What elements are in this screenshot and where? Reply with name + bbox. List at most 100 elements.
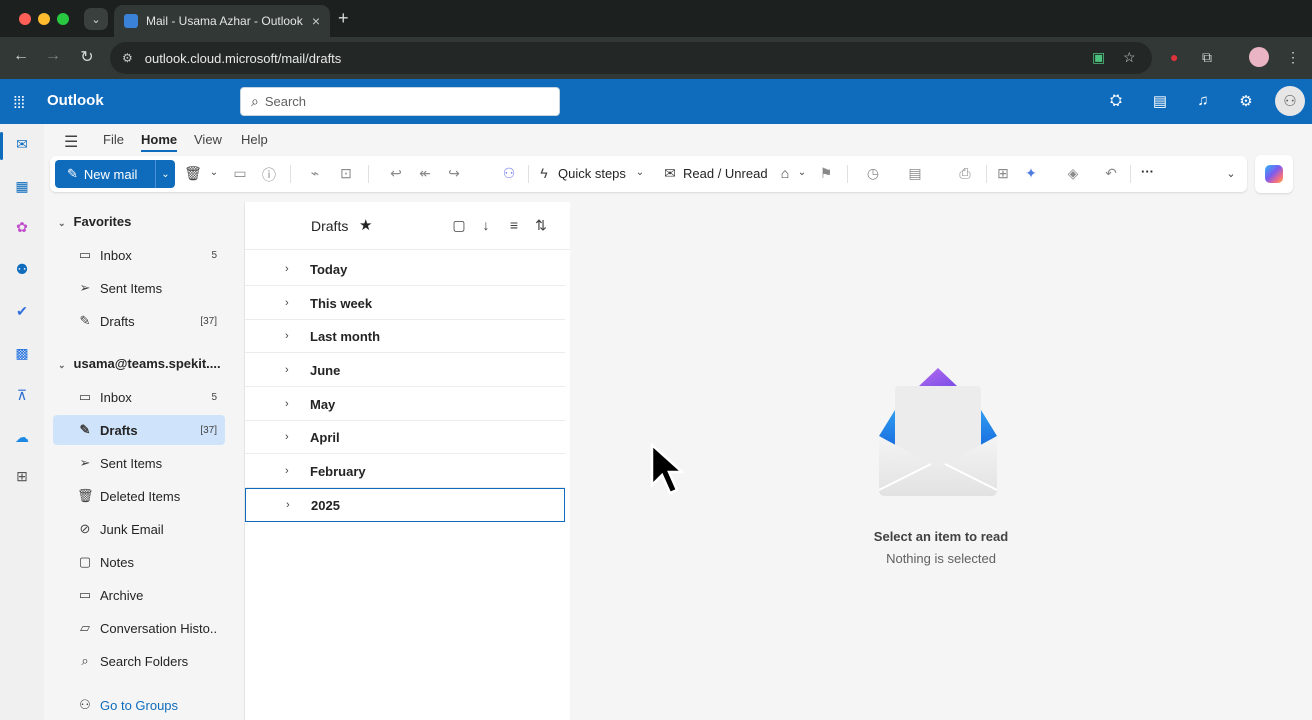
account-drafts[interactable]: ✎ Drafts [37]	[53, 415, 225, 445]
account-avatar[interactable]: ⚇	[1275, 86, 1305, 116]
close-window-button[interactable]	[19, 13, 31, 25]
forward-arrow-icon[interactable]: →	[42, 47, 64, 65]
browser-tab-outlook[interactable]: Mail - Usama Azhar - Outlook ×	[114, 5, 330, 37]
reload-icon[interactable]: ↻	[76, 47, 98, 67]
close-tab-icon[interactable]: ×	[312, 13, 320, 29]
new-mail-chevron-down-icon[interactable]: ⌄	[155, 160, 175, 188]
app-launcher-icon[interactable]: ⁞⁞⁞	[13, 93, 25, 113]
hamburger-menu-icon[interactable]: ☰	[64, 132, 78, 152]
read-unread-button[interactable]: Read / Unread	[683, 166, 768, 181]
notifications-bell-icon[interactable]: ♫	[1192, 92, 1214, 109]
account-conversation-history[interactable]: ▱ Conversation Histo...	[53, 613, 225, 643]
tag-icon[interactable]: ◈	[1064, 165, 1082, 182]
minimize-window-button[interactable]	[38, 13, 50, 25]
snooze-clock-icon[interactable]: ◷	[864, 165, 882, 182]
forward-icon[interactable]: ↪	[445, 165, 463, 182]
filter-icon[interactable]: ≡	[505, 217, 523, 233]
reply-all-icon[interactable]: ↞	[416, 165, 434, 182]
sweep-broom-icon[interactable]: ⌁	[306, 165, 324, 182]
share-to-teams-icon[interactable]: ⚇	[500, 165, 518, 182]
quick-steps-chevron-down-icon[interactable]: ⌄	[631, 167, 649, 178]
sort-icon[interactable]: ⇅	[532, 217, 550, 234]
categorize-chevron-down-icon[interactable]: ⌄	[793, 167, 811, 178]
group-row-focused[interactable]: › 2025	[245, 488, 565, 522]
account-header[interactable]: ⌄ usama@teams.spekit....	[58, 356, 248, 371]
archive-icon[interactable]: ▭	[231, 165, 249, 182]
more-apps-icon[interactable]: ⊞	[12, 466, 32, 486]
account-junk-email[interactable]: ⊘ Junk Email	[53, 514, 225, 544]
jump-to-arrow-icon[interactable]: ↓	[477, 217, 495, 233]
select-checkbox-icon[interactable]: ▢	[450, 217, 468, 234]
people-icon[interactable]: ⚉	[12, 259, 32, 279]
account-inbox[interactable]: ▭ Inbox 5	[53, 382, 225, 412]
maximize-window-button[interactable]	[57, 13, 69, 25]
to-do-check-icon[interactable]: ✔	[12, 301, 32, 321]
extension-badge-icon[interactable]: ●	[1170, 49, 1178, 65]
delete-chevron-down-icon[interactable]: ⌄	[205, 167, 223, 178]
go-to-groups-link[interactable]: ⚇ Go to Groups	[53, 690, 225, 720]
bookmark-star-icon[interactable]: ☆	[1123, 49, 1136, 66]
browser-menu-icon[interactable]: ⋮	[1286, 49, 1300, 66]
site-info-icon[interactable]: ⚙	[122, 51, 133, 65]
calendar-icon[interactable]: ▦	[12, 176, 32, 196]
profile-avatar[interactable]	[1249, 47, 1269, 67]
new-mail-button[interactable]: ✎ New mail ⌄	[55, 160, 175, 188]
search-box[interactable]: ⌕ Search	[240, 87, 560, 116]
favorites-header[interactable]: ⌄ Favorites	[58, 214, 131, 229]
org-explorer-icon[interactable]: ⊼	[12, 385, 32, 405]
back-arrow-icon[interactable]: ←	[10, 47, 32, 65]
copilot-icon[interactable]: ✿	[12, 217, 32, 237]
my-day-icon[interactable]: ▤	[1149, 92, 1171, 110]
group-row[interactable]: › May	[245, 388, 565, 421]
address-bar[interactable]: ⚙ outlook.cloud.microsoft/mail/drafts	[110, 42, 1152, 74]
group-row[interactable]: › This week	[245, 287, 565, 320]
read-unread-envelope-icon[interactable]: ✉	[661, 165, 679, 182]
categorize-tag-icon[interactable]: ⌂	[776, 165, 794, 181]
extensions-puzzle-icon[interactable]: ⧉	[1202, 49, 1212, 66]
copilot-button[interactable]	[1255, 155, 1293, 193]
favorites-drafts[interactable]: ✎ Drafts [37]	[53, 306, 225, 336]
onedrive-icon[interactable]: ☁	[12, 427, 32, 447]
move-to-folder-icon[interactable]: ⊡	[337, 165, 355, 182]
teams-icon[interactable]: ⛭	[1105, 92, 1127, 109]
account-deleted-items[interactable]: 🗑 Deleted Items	[53, 481, 225, 511]
report-icon[interactable]: ⓘ	[260, 165, 278, 185]
group-row[interactable]: › Today	[245, 253, 565, 286]
new-tab-plus-icon[interactable]: +	[338, 8, 349, 29]
folder-name: Notes	[100, 554, 134, 570]
favorite-star-icon[interactable]: ★	[359, 216, 372, 234]
quick-steps-lightning-icon[interactable]: ϟ	[535, 165, 553, 181]
favorites-inbox[interactable]: ▭ Inbox 5	[53, 240, 225, 270]
group-row[interactable]: › June	[245, 354, 565, 387]
reply-icon[interactable]: ↩	[387, 165, 405, 182]
outlook-brand[interactable]: Outlook	[47, 92, 104, 109]
print-icon[interactable]: ⎙	[956, 165, 974, 182]
tab-help[interactable]: Help	[241, 132, 268, 147]
account-notes[interactable]: ▢ Notes	[53, 547, 225, 577]
group-row[interactable]: › February	[245, 455, 565, 488]
ribbon-collapse-chevron-down-icon[interactable]: ⌄	[1222, 167, 1240, 180]
group-row[interactable]: › April	[245, 421, 565, 454]
tab-file[interactable]: File	[103, 132, 124, 147]
word-icon[interactable]: ▩	[12, 343, 32, 363]
mail-icon[interactable]: ✉	[12, 134, 32, 154]
account-sent-items[interactable]: ➢ Sent Items	[53, 448, 225, 478]
install-app-icon[interactable]: ▣	[1092, 49, 1105, 66]
folder-count: [37]	[200, 424, 217, 436]
quick-steps-button[interactable]: Quick steps	[558, 166, 626, 181]
flag-icon[interactable]: ⚑	[817, 165, 835, 182]
undo-icon[interactable]: ↶	[1102, 165, 1120, 182]
tab-search-chevron-icon[interactable]: ⌄	[84, 8, 108, 30]
rules-icon[interactable]: ▤	[906, 165, 924, 182]
favorites-sent-items[interactable]: ➢ Sent Items	[53, 273, 225, 303]
immersive-reader-icon[interactable]: ⊞	[994, 165, 1012, 182]
more-options-button[interactable]: ···	[1141, 164, 1154, 179]
pin-icon[interactable]: ✦	[1022, 165, 1040, 182]
account-archive[interactable]: ▭ Archive	[53, 580, 225, 610]
tab-view[interactable]: View	[194, 132, 222, 147]
tab-home[interactable]: Home	[141, 132, 178, 152]
account-search-folders[interactable]: ⌕ Search Folders	[53, 646, 225, 676]
settings-gear-icon[interactable]: ⚙	[1235, 92, 1257, 110]
group-row[interactable]: › Last month	[245, 320, 565, 353]
delete-trash-icon[interactable]: 🗑	[184, 165, 202, 182]
